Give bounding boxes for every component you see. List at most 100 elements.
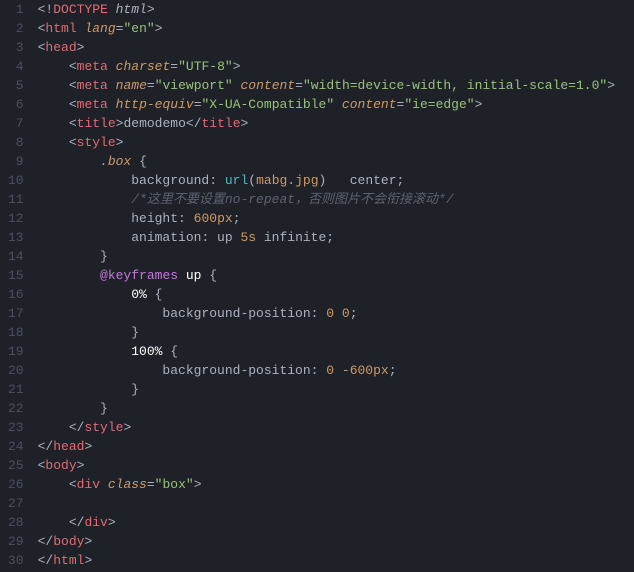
code-line[interactable]: <body>	[38, 456, 626, 475]
token: <	[69, 97, 77, 112]
line-number: 6	[8, 95, 26, 114]
token: center	[326, 173, 396, 188]
token: head	[53, 439, 84, 454]
code-line[interactable]: <html lang="en">	[38, 19, 626, 38]
code-line[interactable]: }	[38, 399, 626, 418]
code-line[interactable]: }	[38, 380, 626, 399]
token: <	[69, 78, 77, 93]
code-line[interactable]: /*这里不要设置no-repeat，否则图片不会衔接滚动*/	[38, 190, 626, 209]
code-line[interactable]: 0% {	[38, 285, 626, 304]
token: ;	[397, 173, 405, 188]
code-line[interactable]: </div>	[38, 513, 626, 532]
line-number: 23	[8, 418, 26, 437]
code-line[interactable]: .box {	[38, 152, 626, 171]
token: >	[241, 116, 249, 131]
token	[38, 135, 69, 150]
line-number: 28	[8, 513, 26, 532]
code-line[interactable]: </head>	[38, 437, 626, 456]
code-line[interactable]: animation: up 5s infinite;	[38, 228, 626, 247]
code-line[interactable]: <!DOCTYPE html>	[38, 0, 626, 19]
token: >	[123, 420, 131, 435]
token: "width=device-width, initial-scale=1.0"	[303, 78, 607, 93]
token: >	[84, 553, 92, 568]
token	[178, 268, 186, 283]
token: 600px	[194, 211, 233, 226]
code-line[interactable]: </html>	[38, 551, 626, 570]
token: background-position	[38, 363, 311, 378]
token	[147, 287, 155, 302]
code-line[interactable]: }	[38, 323, 626, 342]
token: name	[108, 78, 147, 93]
code-line[interactable]: <div class="box">	[38, 475, 626, 494]
code-line[interactable]: <head>	[38, 38, 626, 57]
token: }	[131, 382, 139, 397]
code-line[interactable]: 100% {	[38, 342, 626, 361]
token: 0%	[131, 287, 147, 302]
token: "ie=edge"	[404, 97, 474, 112]
token: ;	[326, 230, 334, 245]
code-line[interactable]: background-position: 0 -600px;	[38, 361, 626, 380]
token: infinite	[256, 230, 326, 245]
token: "UTF-8"	[178, 59, 233, 74]
line-number: 8	[8, 133, 26, 152]
token: <!	[38, 2, 54, 17]
token: =	[170, 59, 178, 74]
line-number: 12	[8, 209, 26, 228]
line-number: 5	[8, 76, 26, 95]
code-line[interactable]: background: url(mabg.jpg) center;	[38, 171, 626, 190]
token: body	[53, 534, 84, 549]
token: .box	[100, 154, 131, 169]
token: =	[194, 97, 202, 112]
token: ;	[350, 306, 358, 321]
token: charset	[108, 59, 170, 74]
token: up	[209, 230, 240, 245]
code-line[interactable]: <meta charset="UTF-8">	[38, 57, 626, 76]
token: 5s	[240, 230, 256, 245]
token	[38, 515, 69, 530]
token: background	[38, 173, 210, 188]
code-line[interactable]: @keyframes up {	[38, 266, 626, 285]
line-number: 25	[8, 456, 26, 475]
token: "en"	[123, 21, 154, 36]
token: >	[475, 97, 483, 112]
token: div	[84, 515, 107, 530]
token: 0	[342, 306, 350, 321]
code-line[interactable]: background-position: 0 0;	[38, 304, 626, 323]
token: ;	[233, 211, 241, 226]
token: (	[248, 173, 256, 188]
code-line[interactable]: height: 600px;	[38, 209, 626, 228]
code-line[interactable]: <title>demodemo</title>	[38, 114, 626, 133]
code-line[interactable]: <meta name="viewport" content="width=dev…	[38, 76, 626, 95]
token: =	[147, 78, 155, 93]
token: meta	[77, 59, 108, 74]
token: content	[334, 97, 396, 112]
token: html	[53, 553, 84, 568]
token: }	[100, 249, 108, 264]
code-line[interactable]: <meta http-equiv="X-UA-Compatible" conte…	[38, 95, 626, 114]
code-line[interactable]	[38, 494, 626, 513]
token	[38, 325, 132, 340]
token: title	[77, 116, 116, 131]
token: >	[84, 534, 92, 549]
code-line[interactable]: </body>	[38, 532, 626, 551]
line-number: 17	[8, 304, 26, 323]
token: </	[38, 534, 54, 549]
code-line[interactable]: }	[38, 247, 626, 266]
line-number: 27	[8, 494, 26, 513]
token: style	[77, 135, 116, 150]
token: url	[225, 173, 248, 188]
token: {	[209, 268, 217, 283]
code-line[interactable]: <style>	[38, 133, 626, 152]
line-number-gutter: 1234567891011121314151617181920212223242…	[0, 0, 38, 572]
code-line[interactable]: </style>	[38, 418, 626, 437]
token	[334, 363, 342, 378]
code-area[interactable]: <!DOCTYPE html><html lang="en"><head> <m…	[38, 0, 634, 572]
token: =	[295, 78, 303, 93]
token: </	[38, 553, 54, 568]
line-number: 19	[8, 342, 26, 361]
token: ;	[389, 363, 397, 378]
token: >	[607, 78, 615, 93]
token: {	[139, 154, 147, 169]
token: :	[209, 173, 217, 188]
token: 100%	[131, 344, 162, 359]
